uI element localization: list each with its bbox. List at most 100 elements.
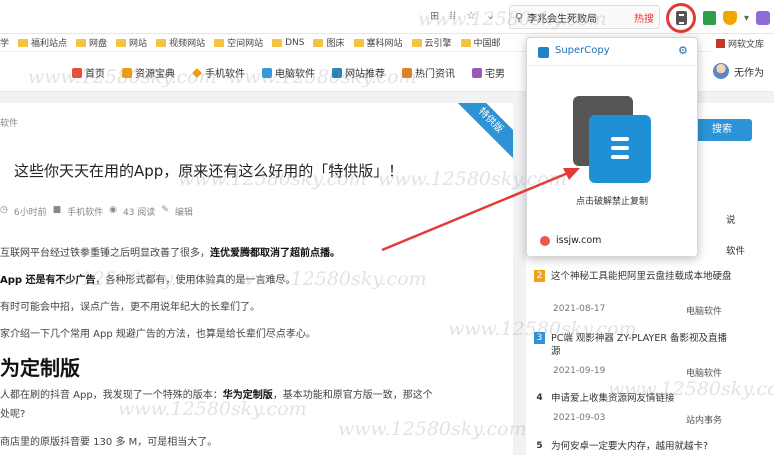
nav-website-recommend[interactable]: 网站推荐 bbox=[332, 65, 385, 80]
triangle-icon bbox=[332, 67, 342, 78]
section-heading: 为定制版 bbox=[0, 356, 80, 380]
browser-toolbar: ⊞ ⁞⁞ ☆ ⌄ ⚲ 李兆会生死败局 热搜 ▾ bbox=[0, 0, 774, 34]
rank-badge: 2 bbox=[534, 270, 545, 282]
supercopy-icon bbox=[675, 11, 687, 25]
eye-icon: ◉ bbox=[109, 205, 117, 215]
bookmark-folder[interactable]: 云引擎 bbox=[411, 36, 452, 49]
purple-extension-icon[interactable] bbox=[756, 11, 771, 25]
list-item-date: 2021-09-03 bbox=[553, 413, 606, 423]
search-button[interactable]: 搜索 bbox=[692, 119, 752, 141]
star-icon[interactable]: ☆ bbox=[466, 9, 476, 22]
nav-hot-news[interactable]: 热门资讯 bbox=[402, 65, 455, 80]
nav-otaku[interactable]: 宅男 bbox=[472, 65, 505, 80]
meta-edit[interactable]: 编辑 bbox=[175, 205, 193, 218]
folder-icon bbox=[353, 38, 364, 47]
folder-icon: ■ bbox=[52, 205, 62, 215]
folder-icon bbox=[76, 38, 87, 47]
list-item-title[interactable]: 这个神秘工具能把阿里云盘挂载成本地硬盘 bbox=[551, 270, 732, 283]
current-site: issjw.com bbox=[540, 235, 601, 246]
site-favicon-icon bbox=[540, 235, 550, 246]
nav-pc-software[interactable]: 电脑软件 bbox=[262, 65, 315, 80]
rank-badge: 5 bbox=[536, 441, 543, 451]
list-item-date: 2021-08-17 bbox=[553, 304, 606, 314]
supercopy-extension-button[interactable] bbox=[666, 3, 696, 33]
paragraph: 有时可能会中招，误点广告，更不用说年纪大的长辈们了。 bbox=[0, 302, 260, 313]
paragraph: 处呢? bbox=[0, 409, 26, 420]
list-item-title[interactable]: 为何安卓一定要大内存，越用就越卡? bbox=[551, 440, 708, 453]
nav-resources[interactable]: 资源宝典 bbox=[122, 65, 175, 80]
folder-icon bbox=[411, 38, 422, 47]
paragraph: 商店里的原版抖音要 130 多 M，可是相当大了。 bbox=[0, 437, 218, 448]
paragraph: 人都在刷的抖音 App，我发现了一个特殊的版本：华为定制版，基本功能和原官方版一… bbox=[0, 390, 433, 401]
popup-header: SuperCopy ⚙ bbox=[527, 38, 697, 66]
supercopy-logo-icon bbox=[538, 47, 549, 58]
bookmark-wenku[interactable]: 网软文库 bbox=[714, 34, 774, 52]
bookmark-folder[interactable]: 网站 bbox=[116, 36, 147, 49]
diamond-icon bbox=[192, 67, 202, 78]
bookmark-folder[interactable]: 网盘 bbox=[76, 36, 107, 49]
supercopy-popup: SuperCopy ⚙ 点击破解禁止复制 issjw.com bbox=[526, 37, 698, 257]
folder-icon bbox=[116, 38, 127, 47]
list-item-title[interactable]: 申请爱上收集资源网友情链接 bbox=[551, 392, 675, 405]
paragraph: 家介绍一下几个常用 App 规避广告的方法，也算是给长辈们尽点孝心。 bbox=[0, 329, 316, 340]
clock-icon: ◷ bbox=[0, 205, 8, 215]
wenku-icon bbox=[716, 38, 725, 48]
book-icon bbox=[122, 67, 132, 78]
bookmark-folder[interactable]: 空间网站 bbox=[214, 36, 263, 49]
paragraph: App 还是有不少广告，各种形式都有，使用体验真的是一言难尽。 bbox=[0, 275, 296, 286]
folder-icon bbox=[460, 38, 471, 47]
list-item-category[interactable]: 电脑软件 bbox=[686, 366, 722, 379]
enable-copy-button[interactable] bbox=[589, 115, 651, 183]
bookmark-folder[interactable]: 图床 bbox=[313, 36, 345, 49]
breadcrumb[interactable]: 软件 bbox=[0, 116, 18, 129]
bookmark-item[interactable]: 学 bbox=[0, 36, 9, 49]
nav-mobile-software[interactable]: 手机软件 bbox=[192, 65, 245, 80]
sidebar-fragment: 软件 bbox=[726, 246, 746, 257]
article-content: 软件 特供版 这些你天天在用的App，原来还有这么好用的「特供版」！ ◷ 6小时… bbox=[0, 103, 513, 455]
toolbar-icons: ⊞ ⁞⁞ ☆ ⌄ bbox=[430, 9, 495, 22]
folder-icon bbox=[214, 38, 225, 47]
list-item-category[interactable]: 电脑软件 bbox=[686, 304, 722, 317]
browser-search-box[interactable]: ⚲ 李兆会生死败局 热搜 bbox=[509, 5, 660, 29]
popup-title: SuperCopy bbox=[555, 45, 610, 56]
bookmark-folder[interactable]: 福利站点 bbox=[18, 36, 67, 49]
enable-copy-label: 点击破解禁止复制 bbox=[575, 197, 648, 207]
rank-badge: 4 bbox=[536, 393, 543, 403]
category-icon bbox=[472, 67, 482, 78]
user-name: 无作为 bbox=[734, 67, 764, 79]
doc-line bbox=[611, 155, 629, 159]
list-item-title[interactable]: PC端 观影神器 ZY-PLAYER 备影视及直播源 bbox=[551, 332, 734, 358]
bookmark-folder[interactable]: 视频网站 bbox=[156, 36, 205, 49]
user-profile[interactable]: 无作为 bbox=[713, 63, 764, 79]
page-title: 这些你天天在用的App，原来还有这么好用的「特供版」！ bbox=[14, 162, 404, 180]
paragraph: 互联网平台经过铁拳重锤之后明显改善了很多，连优爱腾都取消了超前点播。 bbox=[0, 248, 340, 259]
chevron-down-icon[interactable]: ⌄ bbox=[486, 9, 495, 22]
sidebar-fragment: 说 bbox=[726, 215, 736, 226]
bookmark-folder[interactable]: 中国邮 bbox=[460, 36, 501, 49]
apps-icon[interactable]: ⁞⁞ bbox=[449, 9, 456, 22]
search-query: 李兆会生死败局 bbox=[527, 13, 598, 25]
rank-badge: 3 bbox=[534, 332, 545, 344]
list-item[interactable]: 2 这个神秘工具能把阿里云盘挂载成本地硬盘 bbox=[534, 270, 734, 283]
extension-menu-icon[interactable]: ▾ bbox=[744, 13, 749, 24]
nav-home[interactable]: 首页 bbox=[72, 65, 105, 80]
grid-icon[interactable]: ⊞ bbox=[430, 9, 439, 22]
shield-extension-icon[interactable] bbox=[723, 11, 737, 25]
article-meta: ◷ 6小时前 ■ 手机软件 ◉ 43 阅读 ✎ 编辑 bbox=[0, 205, 193, 218]
hot-search-label[interactable]: 热搜 bbox=[634, 10, 654, 25]
home-icon bbox=[72, 67, 82, 78]
green-extension-icon[interactable] bbox=[703, 11, 716, 25]
extensions-area: ▾ bbox=[666, 3, 771, 33]
doc-line bbox=[611, 146, 629, 150]
bookmark-folder[interactable]: 塞科网站 bbox=[353, 36, 403, 49]
meta-category[interactable]: 手机软件 bbox=[67, 205, 103, 218]
folder-icon bbox=[313, 38, 324, 47]
list-item[interactable]: 3 PC端 观影神器 ZY-PLAYER 备影视及直播源 bbox=[534, 332, 734, 358]
list-item[interactable]: 5 为何安卓一定要大内存，越用就越卡? bbox=[534, 440, 734, 453]
monitor-icon bbox=[262, 67, 272, 78]
gear-icon[interactable]: ⚙ bbox=[678, 44, 688, 57]
list-item[interactable]: 4 申请爱上收集资源网友情链接 bbox=[534, 392, 734, 405]
folder-icon bbox=[156, 38, 167, 47]
list-item-category[interactable]: 站内事务 bbox=[686, 413, 722, 426]
bookmark-folder[interactable]: DNS bbox=[272, 38, 304, 48]
